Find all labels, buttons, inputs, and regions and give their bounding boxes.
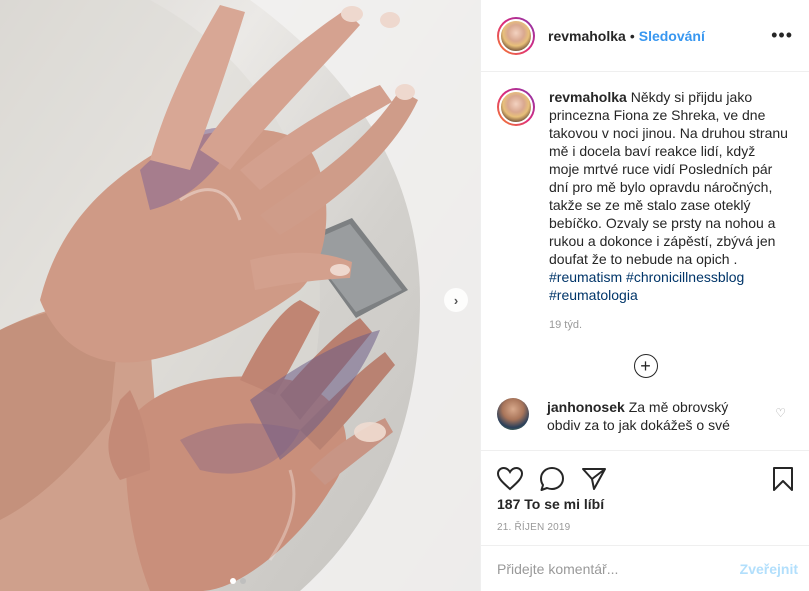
carousel-dot-active: [230, 578, 236, 584]
caption-body: revmaholka Někdy si přijdu jako princezn…: [549, 88, 789, 334]
hashtag-link[interactable]: #reumatologia: [549, 287, 638, 303]
comments-section[interactable]: revmaholka Někdy si přijdu jako princezn…: [481, 72, 809, 450]
comment-body: janhonosek Za mě obrovský obdiv za to ja…: [547, 398, 757, 434]
heart-icon[interactable]: [497, 466, 523, 491]
share-icon[interactable]: [581, 467, 607, 491]
likes-count[interactable]: 187 To se mi líbí: [497, 496, 604, 512]
chevron-right-icon: ›: [453, 292, 459, 308]
caption-avatar[interactable]: [497, 88, 535, 126]
author-username[interactable]: revmaholka: [548, 28, 626, 44]
commenter-avatar[interactable]: [497, 398, 529, 430]
comment-input[interactable]: [497, 560, 740, 577]
post-side-panel: revmaholka • Sledování ••• revmaholka Ně…: [480, 0, 809, 591]
post-photo[interactable]: ›: [0, 0, 480, 591]
more-icon[interactable]: •••: [771, 25, 793, 46]
hashtag-link[interactable]: #reumatism: [549, 269, 622, 285]
comment-like-heart-icon[interactable]: ♡: [775, 406, 786, 420]
post-caption: revmaholka Někdy si přijdu jako princezn…: [497, 88, 794, 334]
comment-icon[interactable]: [539, 466, 565, 492]
caption-username[interactable]: revmaholka: [549, 89, 627, 105]
header-separator: •: [629, 27, 635, 44]
comment-username[interactable]: janhonosek: [547, 399, 625, 415]
author-avatar[interactable]: [497, 16, 535, 55]
caption-text: Někdy si přijdu jako princezna Fiona ze …: [549, 89, 788, 267]
photo-illustration: [0, 0, 480, 591]
carousel-dots: [230, 578, 246, 584]
hashtag-link[interactable]: #chronicillnessblog: [626, 269, 744, 285]
follow-button[interactable]: Sledování: [639, 28, 705, 44]
plus-circle-icon[interactable]: +: [633, 354, 658, 378]
carousel-dot: [240, 578, 246, 584]
add-comment-bar: Zveřejnit: [481, 545, 809, 591]
comment-item: janhonosek Za mě obrovský obdiv za to ja…: [497, 398, 794, 434]
bookmark-icon[interactable]: [772, 466, 794, 492]
post-actions: [481, 450, 809, 494]
caption-time[interactable]: 19 týd.: [549, 316, 789, 334]
publish-button[interactable]: Zveřejnit: [740, 561, 798, 577]
post-header: revmaholka • Sledování •••: [481, 0, 809, 72]
carousel-next-button[interactable]: ›: [444, 288, 468, 312]
post-date[interactable]: 21. ŘÍJEN 2019: [497, 522, 570, 533]
